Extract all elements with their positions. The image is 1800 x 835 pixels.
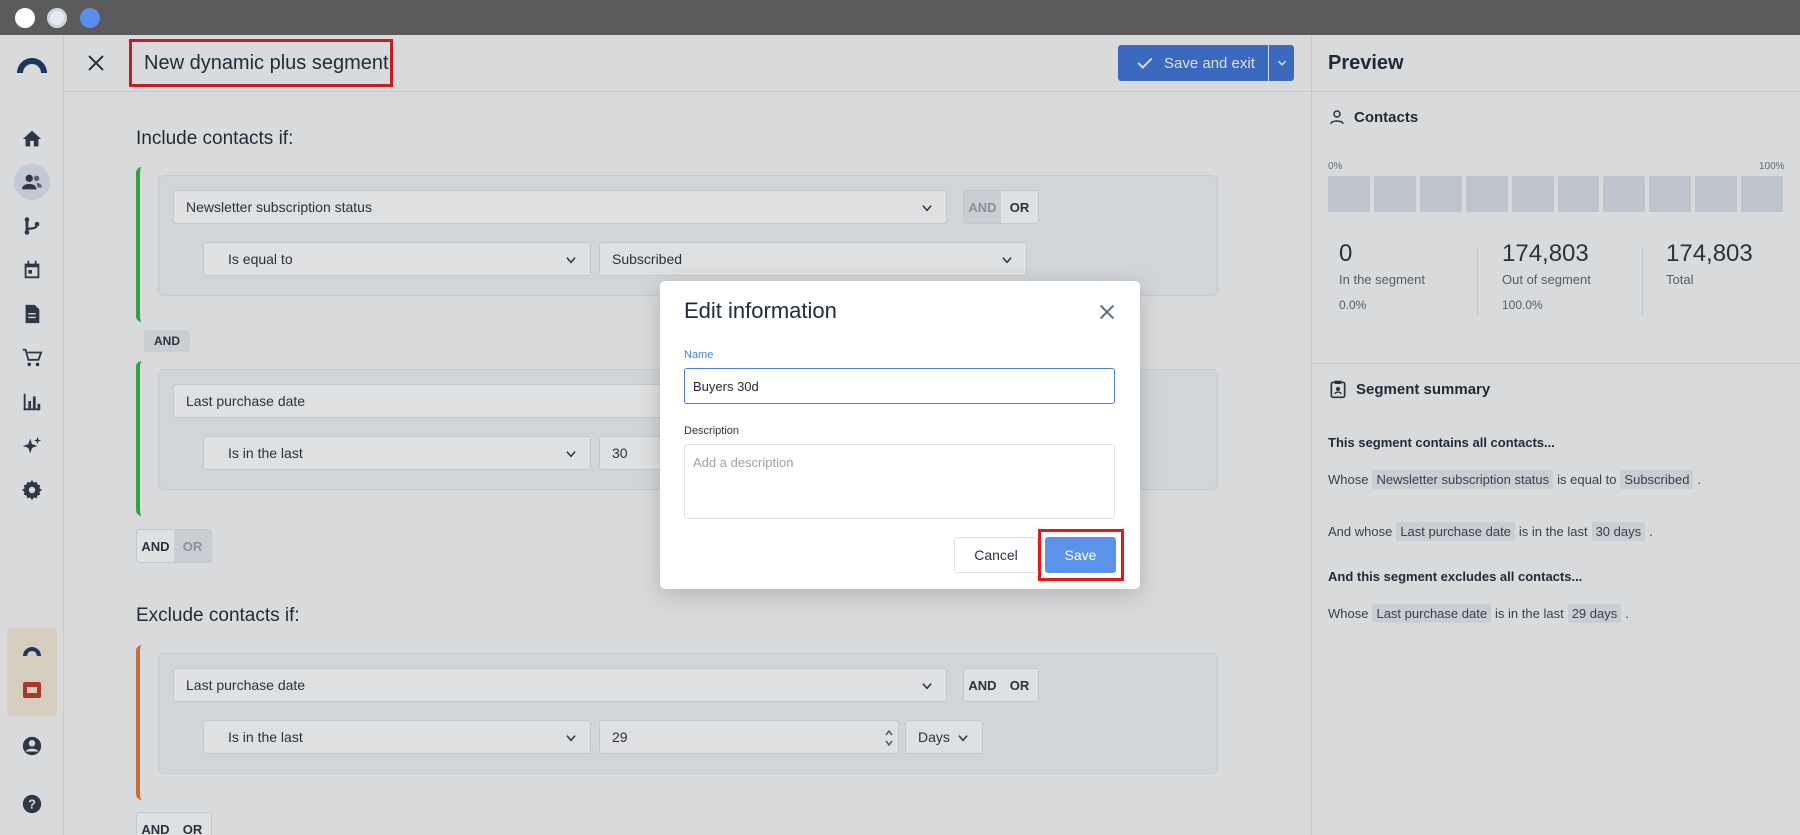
window-close-dot[interactable] [15, 8, 35, 28]
description-field-label: Description [684, 425, 740, 437]
name-field[interactable] [684, 368, 1115, 404]
window-maximize-dot[interactable] [80, 8, 100, 28]
dialog-title: Edit information [684, 298, 837, 323]
window-titlebar [0, 0, 1800, 35]
cancel-button[interactable]: Cancel [954, 537, 1038, 573]
window-minimize-dot[interactable] [47, 8, 67, 28]
close-dialog-icon[interactable] [1096, 301, 1118, 323]
save-button[interactable]: Save [1045, 537, 1116, 573]
name-field-label: Name [684, 349, 714, 361]
description-field[interactable] [684, 444, 1115, 519]
edit-information-dialog: Edit information Name Description Cancel… [660, 281, 1140, 589]
